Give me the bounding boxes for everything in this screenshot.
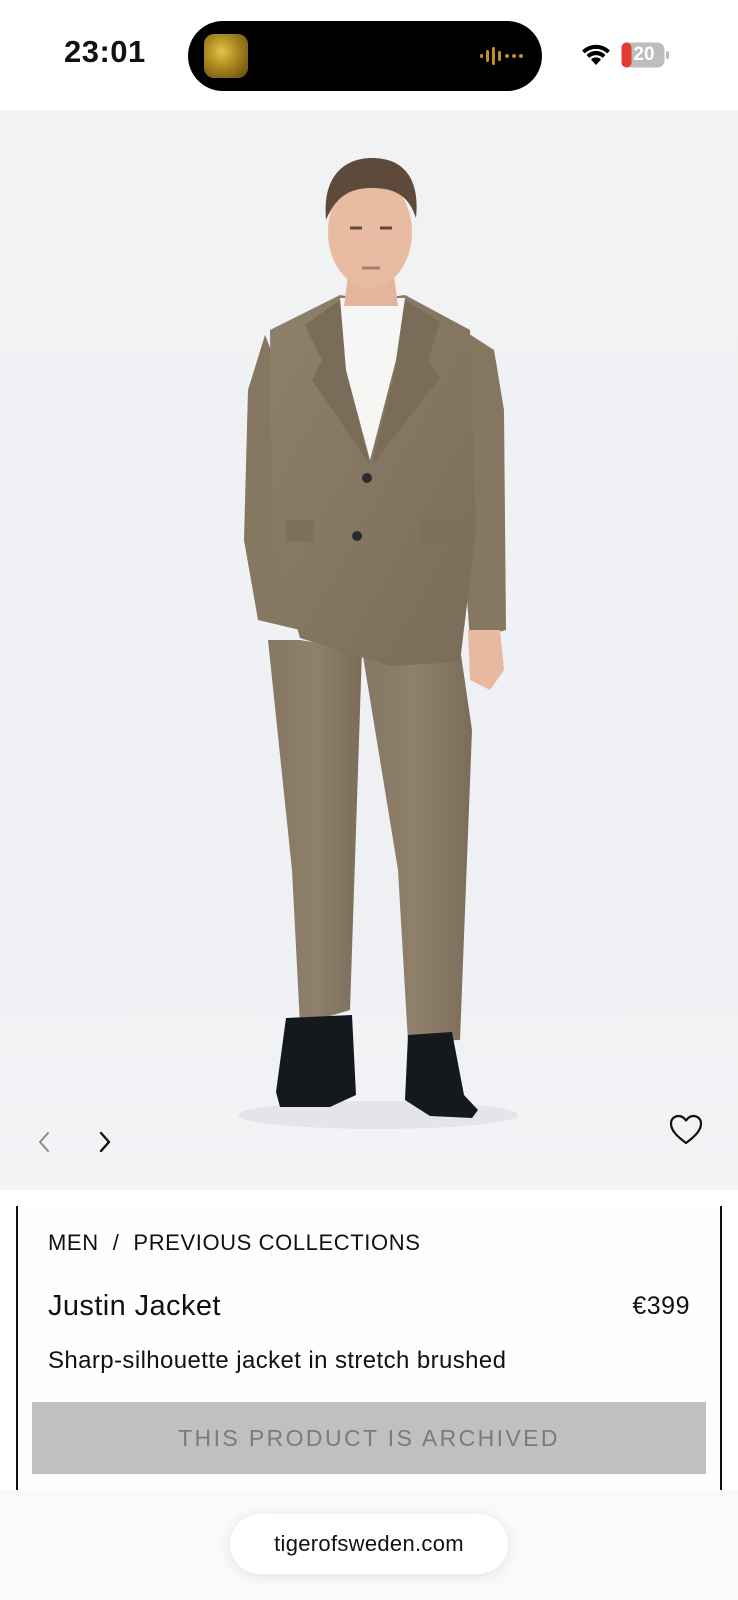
now-playing-artwork-icon bbox=[204, 34, 248, 78]
previous-image-button[interactable] bbox=[27, 1125, 61, 1159]
dynamic-island[interactable] bbox=[188, 21, 542, 91]
product-price: €399 bbox=[632, 1292, 690, 1320]
breadcrumb-separator: / bbox=[112, 1230, 120, 1255]
address-bar[interactable]: tigerofsweden.com bbox=[230, 1514, 508, 1574]
chevron-left-icon bbox=[39, 1132, 49, 1152]
chevron-right-icon bbox=[99, 1131, 111, 1153]
battery-level: 20 bbox=[633, 44, 655, 65]
heart-icon[interactable] bbox=[668, 1112, 704, 1148]
product-image[interactable] bbox=[0, 110, 738, 1190]
product-title: Justin Jacket bbox=[48, 1290, 221, 1322]
status-bar: 23:01 20 bbox=[0, 0, 738, 110]
wifi-icon bbox=[582, 44, 610, 65]
archived-notice: THIS PRODUCT IS ARCHIVED bbox=[32, 1402, 706, 1474]
product-description: Sharp-silhouette jacket in stretch brush… bbox=[48, 1347, 507, 1374]
product-info-panel: MEN / PREVIOUS COLLECTIONS Justin Jacket… bbox=[16, 1206, 722, 1490]
breadcrumb: MEN / PREVIOUS COLLECTIONS bbox=[48, 1230, 421, 1256]
next-image-button[interactable] bbox=[88, 1125, 122, 1159]
status-time: 23:01 bbox=[64, 34, 146, 69]
battery-icon: 20 bbox=[621, 42, 669, 68]
audio-waveform-icon bbox=[480, 47, 523, 65]
breadcrumb-previous-collections[interactable]: PREVIOUS COLLECTIONS bbox=[133, 1230, 420, 1256]
model-photo bbox=[238, 158, 518, 1129]
breadcrumb-men[interactable]: MEN bbox=[48, 1230, 99, 1256]
